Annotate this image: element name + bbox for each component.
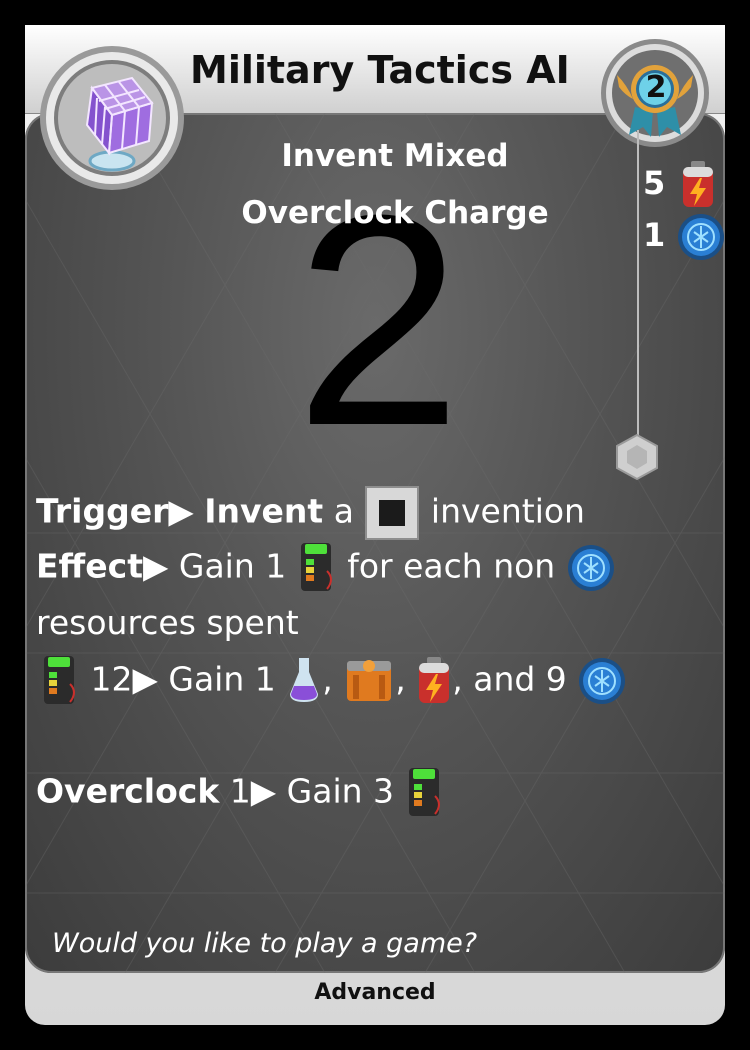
bonus-threshold: 12: [90, 659, 133, 699]
effect-label: Effect: [36, 546, 143, 586]
card-footer: Advanced: [314, 980, 436, 1005]
effect-for-each: for each non: [347, 546, 556, 586]
card-title: Military Tactics AI: [190, 48, 570, 92]
energy-cell-icon: [408, 768, 440, 816]
overclock-line: Overclock 1▶ Gain 3: [36, 766, 445, 820]
cost-data: 1: [643, 212, 726, 262]
flask-icon: [290, 658, 319, 702]
data-token-icon: [567, 545, 614, 591]
gear-crate-icon: [347, 660, 392, 701]
overclock-level: 1: [229, 771, 251, 811]
data-token-icon: [678, 214, 725, 260]
overclock-label: Overclock: [36, 771, 220, 811]
effect-line: Effect▶ Gain 1 for each non: [36, 541, 616, 595]
hologram-cube-icon: [40, 46, 184, 190]
side-divider: [637, 130, 639, 440]
bonus-and-nine: , and 9: [452, 659, 567, 699]
trigger-line: Trigger▶ Invent a invention: [36, 485, 585, 541]
cost-data-count: 1: [643, 216, 666, 254]
level-number: 2: [645, 70, 667, 105]
overclock-gain: Gain 3: [286, 771, 395, 811]
bonus-line: 12▶ Gain 1 , , , and 9: [36, 654, 627, 708]
trigger-action: Invent: [204, 491, 324, 531]
bonus-gain: Gain 1: [168, 659, 276, 699]
energy-cell-icon: [300, 543, 332, 591]
bonus-comma: ,: [322, 659, 333, 699]
data-token-icon: [579, 658, 626, 704]
effect-gain: Gain 1: [178, 546, 287, 586]
battery-icon: [683, 161, 714, 207]
effect-line2: resources spent: [36, 603, 299, 642]
battery-icon: [419, 657, 450, 703]
trigger-invention: invention: [430, 491, 585, 531]
trigger-label: Trigger: [36, 491, 169, 531]
bonus-comma2: ,: [395, 659, 406, 699]
trigger-a: a: [333, 491, 354, 531]
card-subtitle-line2: Overclock Charge: [241, 195, 549, 231]
flavor-text: Would you like to play a game?: [52, 928, 478, 959]
hex-slot-icon: [616, 433, 658, 481]
energy-cell-icon: [44, 656, 75, 704]
cost-battery-count: 5: [643, 164, 666, 202]
cost-battery: 5: [643, 160, 716, 210]
invention-slot-icon: [365, 486, 420, 540]
